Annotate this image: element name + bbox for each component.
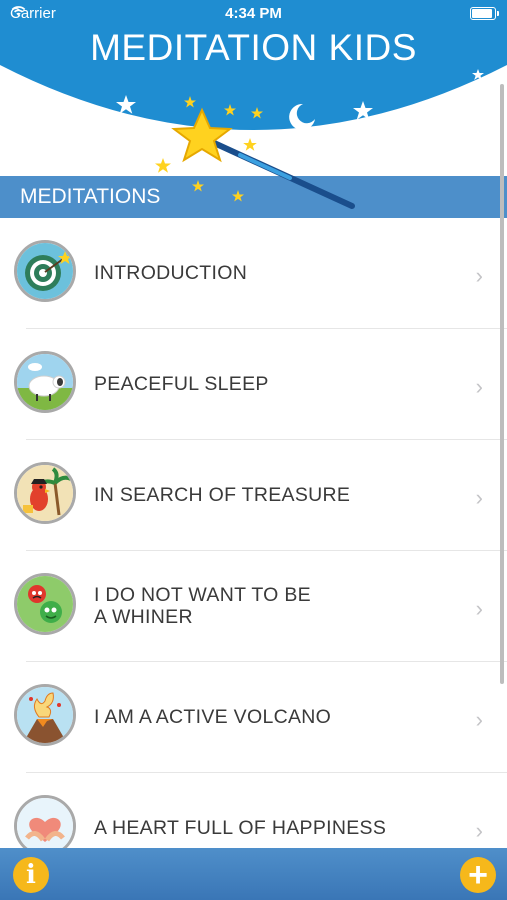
list-item[interactable]: PEACEFUL SLEEP › (0, 329, 507, 440)
volcano-icon (14, 684, 76, 746)
status-time: 4:34 PM (225, 5, 282, 22)
chevron-right-icon: › (475, 707, 483, 732)
section-header: MEDITATIONS (0, 176, 507, 218)
list-item-label: INTRODUCTION (94, 262, 248, 284)
target-icon (14, 240, 76, 302)
chevron-right-icon: › (475, 818, 483, 843)
info-button[interactable]: i (13, 857, 49, 893)
list-item-label: I DO NOT WANT TO BE A WHINER (94, 584, 311, 628)
scrollbar[interactable] (500, 84, 504, 684)
section-title: MEDITATIONS (20, 185, 161, 208)
status-bar: Carrier 4:34 PM (0, 0, 507, 28)
chevron-right-icon: › (475, 374, 483, 399)
list-item-label: PEACEFUL SLEEP (94, 373, 269, 395)
sheep-icon (14, 351, 76, 413)
bottom-toolbar: i + (0, 848, 507, 900)
list-item[interactable]: I AM A ACTIVE VOLCANO › (0, 662, 507, 773)
battery-icon (470, 7, 499, 20)
list-item-label: I AM A ACTIVE VOLCANO (94, 706, 332, 728)
add-button[interactable]: + (460, 857, 496, 893)
chevron-right-icon: › (475, 485, 483, 510)
list-item[interactable]: IN SEARCH OF TREASURE › (0, 440, 507, 551)
meditation-list: INTRODUCTION › PEACEFUL SLEEP › IN SEARC… (0, 218, 507, 884)
chevron-right-icon: › (475, 596, 483, 621)
list-item-label: IN SEARCH OF TREASURE (94, 484, 351, 506)
parrot-treasure-icon (14, 462, 76, 524)
list-item[interactable]: I DO NOT WANT TO BE A WHINER › (0, 551, 507, 662)
list-item[interactable]: INTRODUCTION › (0, 218, 507, 329)
monsters-icon (14, 573, 76, 635)
app-title: MEDITATION KIDS (90, 27, 417, 68)
chevron-right-icon: › (475, 263, 483, 288)
